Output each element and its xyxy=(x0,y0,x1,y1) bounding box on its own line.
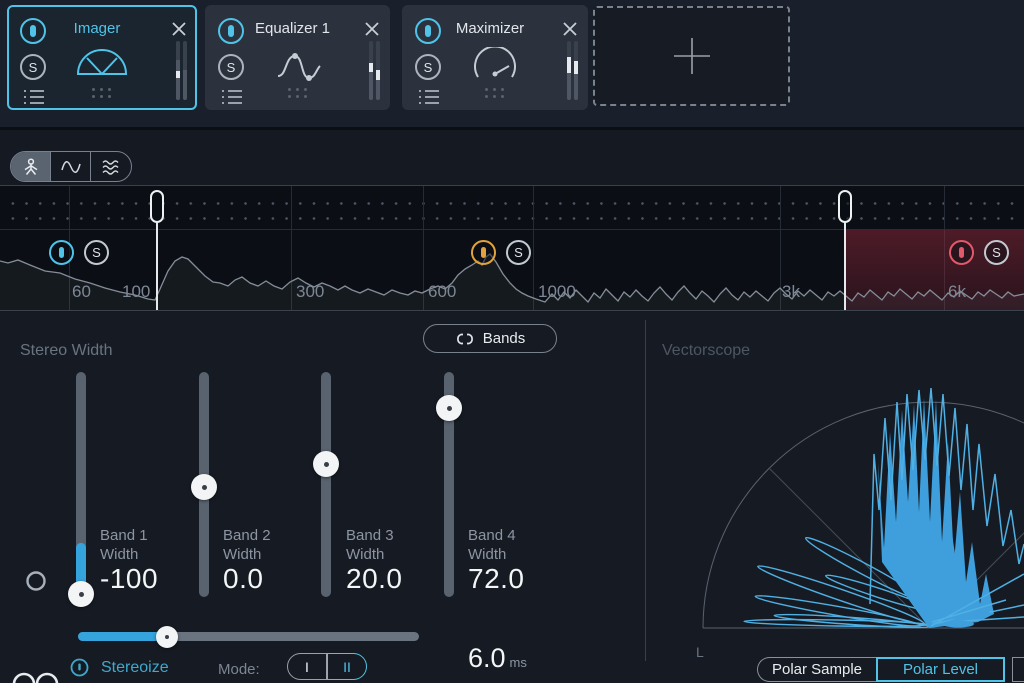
polar-level-button[interactable]: Polar Level xyxy=(876,657,1005,682)
preset-list-icon[interactable] xyxy=(418,89,442,105)
stereoize-delay-readout[interactable]: 6.0ms xyxy=(468,643,527,674)
preset-list-icon[interactable] xyxy=(221,89,245,105)
band1-width-value[interactable]: -100 xyxy=(100,569,158,588)
power-pill-icon xyxy=(425,25,431,37)
module-card-maximizer[interactable]: Maximizer S xyxy=(402,5,588,110)
link-icon xyxy=(455,333,475,345)
module-card-imager[interactable]: Imager S xyxy=(7,5,197,110)
freq-label: 60 xyxy=(72,282,91,302)
power-pill-icon xyxy=(228,25,234,37)
band3-solo-button[interactable]: S xyxy=(506,240,531,265)
link-bands-button[interactable]: Bands xyxy=(423,324,557,353)
band2-readout: Band 2Width 0.0 xyxy=(223,526,271,588)
drag-handle-icon[interactable] xyxy=(92,88,112,98)
module-title: Imager xyxy=(39,20,155,37)
freq-label: 3k xyxy=(782,282,800,302)
bands-button-label: Bands xyxy=(483,330,526,347)
close-icon[interactable] xyxy=(560,19,580,39)
vectorscope-mode-extra-button[interactable] xyxy=(1012,657,1024,682)
equalizer-module-icon xyxy=(270,47,326,92)
module-solo-button[interactable]: S xyxy=(218,54,244,80)
band1-power-button[interactable] xyxy=(49,240,74,265)
view-waves-button[interactable] xyxy=(91,152,131,181)
imager-main-panel: Stereo Width Bands xyxy=(0,312,1024,683)
band2-width-value[interactable]: 0.0 xyxy=(223,569,271,588)
band4-power-button[interactable] xyxy=(949,240,974,265)
view-toolbar xyxy=(0,130,1024,186)
view-mode-group xyxy=(10,151,132,182)
close-icon[interactable] xyxy=(362,19,382,39)
power-pill-icon xyxy=(959,247,964,258)
crossover-spectrum-view[interactable]: 60 100 300 600 1000 3k 6k S S S xyxy=(0,186,1024,311)
stereo-wide-icon xyxy=(10,672,62,683)
freq-label: 600 xyxy=(428,282,456,302)
mode-I-button[interactable]: I xyxy=(287,653,327,680)
module-solo-button[interactable]: S xyxy=(415,54,441,80)
band4-solo-button[interactable]: S xyxy=(984,240,1009,265)
mode-II-button[interactable]: II xyxy=(327,653,367,680)
module-title: Equalizer 1 xyxy=(237,20,348,37)
power-pill-icon xyxy=(481,247,486,258)
stereoize-delay-slider[interactable] xyxy=(78,632,419,641)
band3-width-handle[interactable] xyxy=(313,451,339,477)
band1-width-slider[interactable] xyxy=(76,372,86,597)
view-stereo-image-button[interactable] xyxy=(11,152,51,181)
band3-width-slider[interactable] xyxy=(321,372,331,597)
multi-wave-icon xyxy=(100,157,122,177)
crossover-line xyxy=(156,223,158,310)
vectorscope-display xyxy=(646,312,1024,683)
stereoize-power-icon[interactable] xyxy=(70,658,89,677)
view-sine-button[interactable] xyxy=(51,152,91,181)
mode-label: Mode: xyxy=(218,661,260,678)
band1-readout: Band 1Width -100 xyxy=(100,526,158,588)
mono-icon xyxy=(25,570,47,592)
stereo-width-title: Stereo Width xyxy=(20,342,112,360)
band4-width-value[interactable]: 72.0 xyxy=(468,569,525,588)
freq-label: 100 xyxy=(122,282,150,302)
freq-label: 6k xyxy=(948,282,966,302)
sine-wave-icon xyxy=(60,157,82,177)
maximizer-module-icon xyxy=(470,47,520,88)
stereoize-delay-handle[interactable] xyxy=(156,626,178,648)
module-chain-strip: Imager S xyxy=(0,0,1024,130)
ozone-imager-window: Imager S xyxy=(0,0,1024,683)
band3-width-value[interactable]: 20.0 xyxy=(346,569,403,588)
module-meter xyxy=(567,41,578,100)
band4-readout: Band 4Width 72.0 xyxy=(468,526,525,588)
module-title: Maximizer xyxy=(434,20,546,37)
band1-solo-button[interactable]: S xyxy=(84,240,109,265)
band1-width-handle[interactable] xyxy=(68,581,94,607)
power-pill-icon xyxy=(59,247,64,258)
module-solo-button[interactable]: S xyxy=(20,54,46,80)
drag-handle-icon[interactable] xyxy=(485,88,505,98)
preset-list-icon[interactable] xyxy=(23,89,47,105)
polar-sample-button[interactable]: Polar Sample xyxy=(757,657,876,682)
module-meter xyxy=(369,41,380,100)
band3-readout: Band 3Width 20.0 xyxy=(346,526,403,588)
freq-label: 300 xyxy=(296,282,324,302)
crossover-line xyxy=(844,223,846,310)
module-card-equalizer[interactable]: Equalizer 1 S xyxy=(205,5,390,110)
band3-power-button[interactable] xyxy=(471,240,496,265)
stereoize-label: Stereoize xyxy=(101,659,169,677)
plus-icon xyxy=(672,36,712,76)
power-pill-icon xyxy=(30,25,36,37)
band4-width-handle[interactable] xyxy=(436,395,462,421)
imager-module-icon xyxy=(74,47,130,84)
close-icon[interactable] xyxy=(169,19,189,39)
drag-handle-icon[interactable] xyxy=(288,88,308,98)
stereoize-mode-group: I II xyxy=(287,653,367,680)
stereo-image-person-icon xyxy=(21,157,41,177)
module-meter xyxy=(176,41,187,100)
crossover-handle[interactable] xyxy=(150,190,164,223)
crossover-handle[interactable] xyxy=(838,190,852,223)
channel-left-label: L xyxy=(696,644,704,660)
add-module-slot[interactable] xyxy=(593,6,790,106)
band2-width-handle[interactable] xyxy=(191,474,217,500)
freq-label: 1000 xyxy=(538,282,576,302)
